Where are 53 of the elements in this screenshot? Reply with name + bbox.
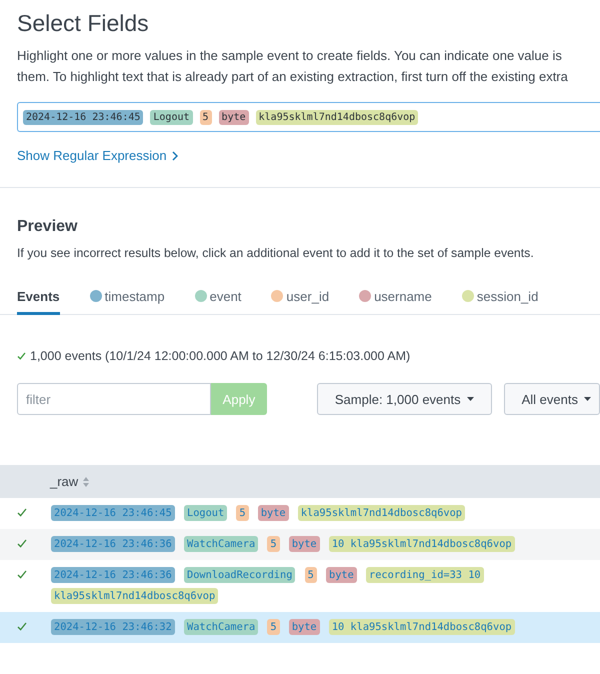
caret-icon [466,397,474,401]
check-icon [17,352,26,360]
check-icon [17,508,27,517]
field-highlight: DownloadRecording [184,567,296,583]
sample-dropdown[interactable]: Sample: 1,000 events [316,383,492,415]
field-highlight: WatchCamera [184,536,258,552]
field-highlight: 2024-12-16 23:46:36 [51,536,175,552]
field-highlight: 5 [304,567,317,583]
legend-label: event [210,288,242,304]
section-heading: Preview [16,217,78,237]
preview-description: If you see incorrect results below, click an additional event to add it to the set of sample events. [16,246,535,260]
check-icon [17,539,27,548]
field-highlight: 5 [267,536,280,552]
field-highlight[interactable]: kla95sklml7nd14dbosc8q6vop [256,110,418,124]
legend-label: session_id [476,288,538,304]
filter-field[interactable]: filter [17,383,211,415]
field-highlight[interactable]: Logout [150,110,193,124]
field-highlight[interactable]: 2024-12-16 23:46:45 [23,110,144,124]
legend-label: username [374,288,432,304]
description-text: Highlight one or more values in the sample event to create fields. You can indicate one value is [16,47,563,65]
description-text: them. To highlight text that is already part of an existing extraction, first turn off the existing extra [16,68,569,86]
field-highlight: recording_id=33 10 [366,567,484,583]
field-highlight: byte [326,567,357,583]
column-header[interactable]: _raw [50,474,90,489]
field-highlight: byte [288,619,320,635]
field-highlight: 2024-12-16 23:46:32 [51,619,175,635]
check-icon [17,570,27,579]
field-highlight: 10 kla95sklml7nd14dbosc8q6vop [328,619,515,635]
show-regex-link[interactable]: Show Regular Expression [17,148,178,163]
event-summary: 1,000 events (10/1/24 12:00:00.000 AM to 12/30/24 6:15:03.000 AM) [30,349,410,363]
check-icon [17,622,27,631]
field-highlight[interactable]: 5 [200,110,212,124]
events-dropdown[interactable]: All events [504,383,600,415]
chevron-icon [172,150,178,160]
field-highlight: byte [258,505,289,521]
field-highlight: byte [288,536,320,552]
legend-label: timestamp [104,288,165,304]
field-highlight[interactable]: byte [218,110,249,124]
field-highlight: 2024-12-16 23:46:36 [51,567,175,583]
caret-icon [584,397,591,401]
field-highlight: 5 [267,619,280,635]
field-highlight: 2024-12-16 23:46:45 [51,505,175,521]
field-highlight: WatchCamera [184,619,258,635]
legend-label: user_id [286,288,330,304]
sample-event-field[interactable]: 2024-12-16 23:46:45 Logout 5 byte kla95sklml7nd14dbosc8q6vop [17,102,600,132]
field-highlight: 5 [236,505,249,521]
page-title: Select Fields [16,9,150,38]
field-highlight: kla95sklml7nd14dbosc8q6vop [298,505,466,521]
events-tab[interactable]: Events [17,289,60,315]
field-highlight: Logout [184,505,228,521]
field-highlight: kla95sklml7nd14dbosc8q6vop [51,588,218,604]
sort-icon [83,476,90,486]
field-highlight: 10 kla95sklml7nd14dbosc8q6vop [328,536,515,552]
